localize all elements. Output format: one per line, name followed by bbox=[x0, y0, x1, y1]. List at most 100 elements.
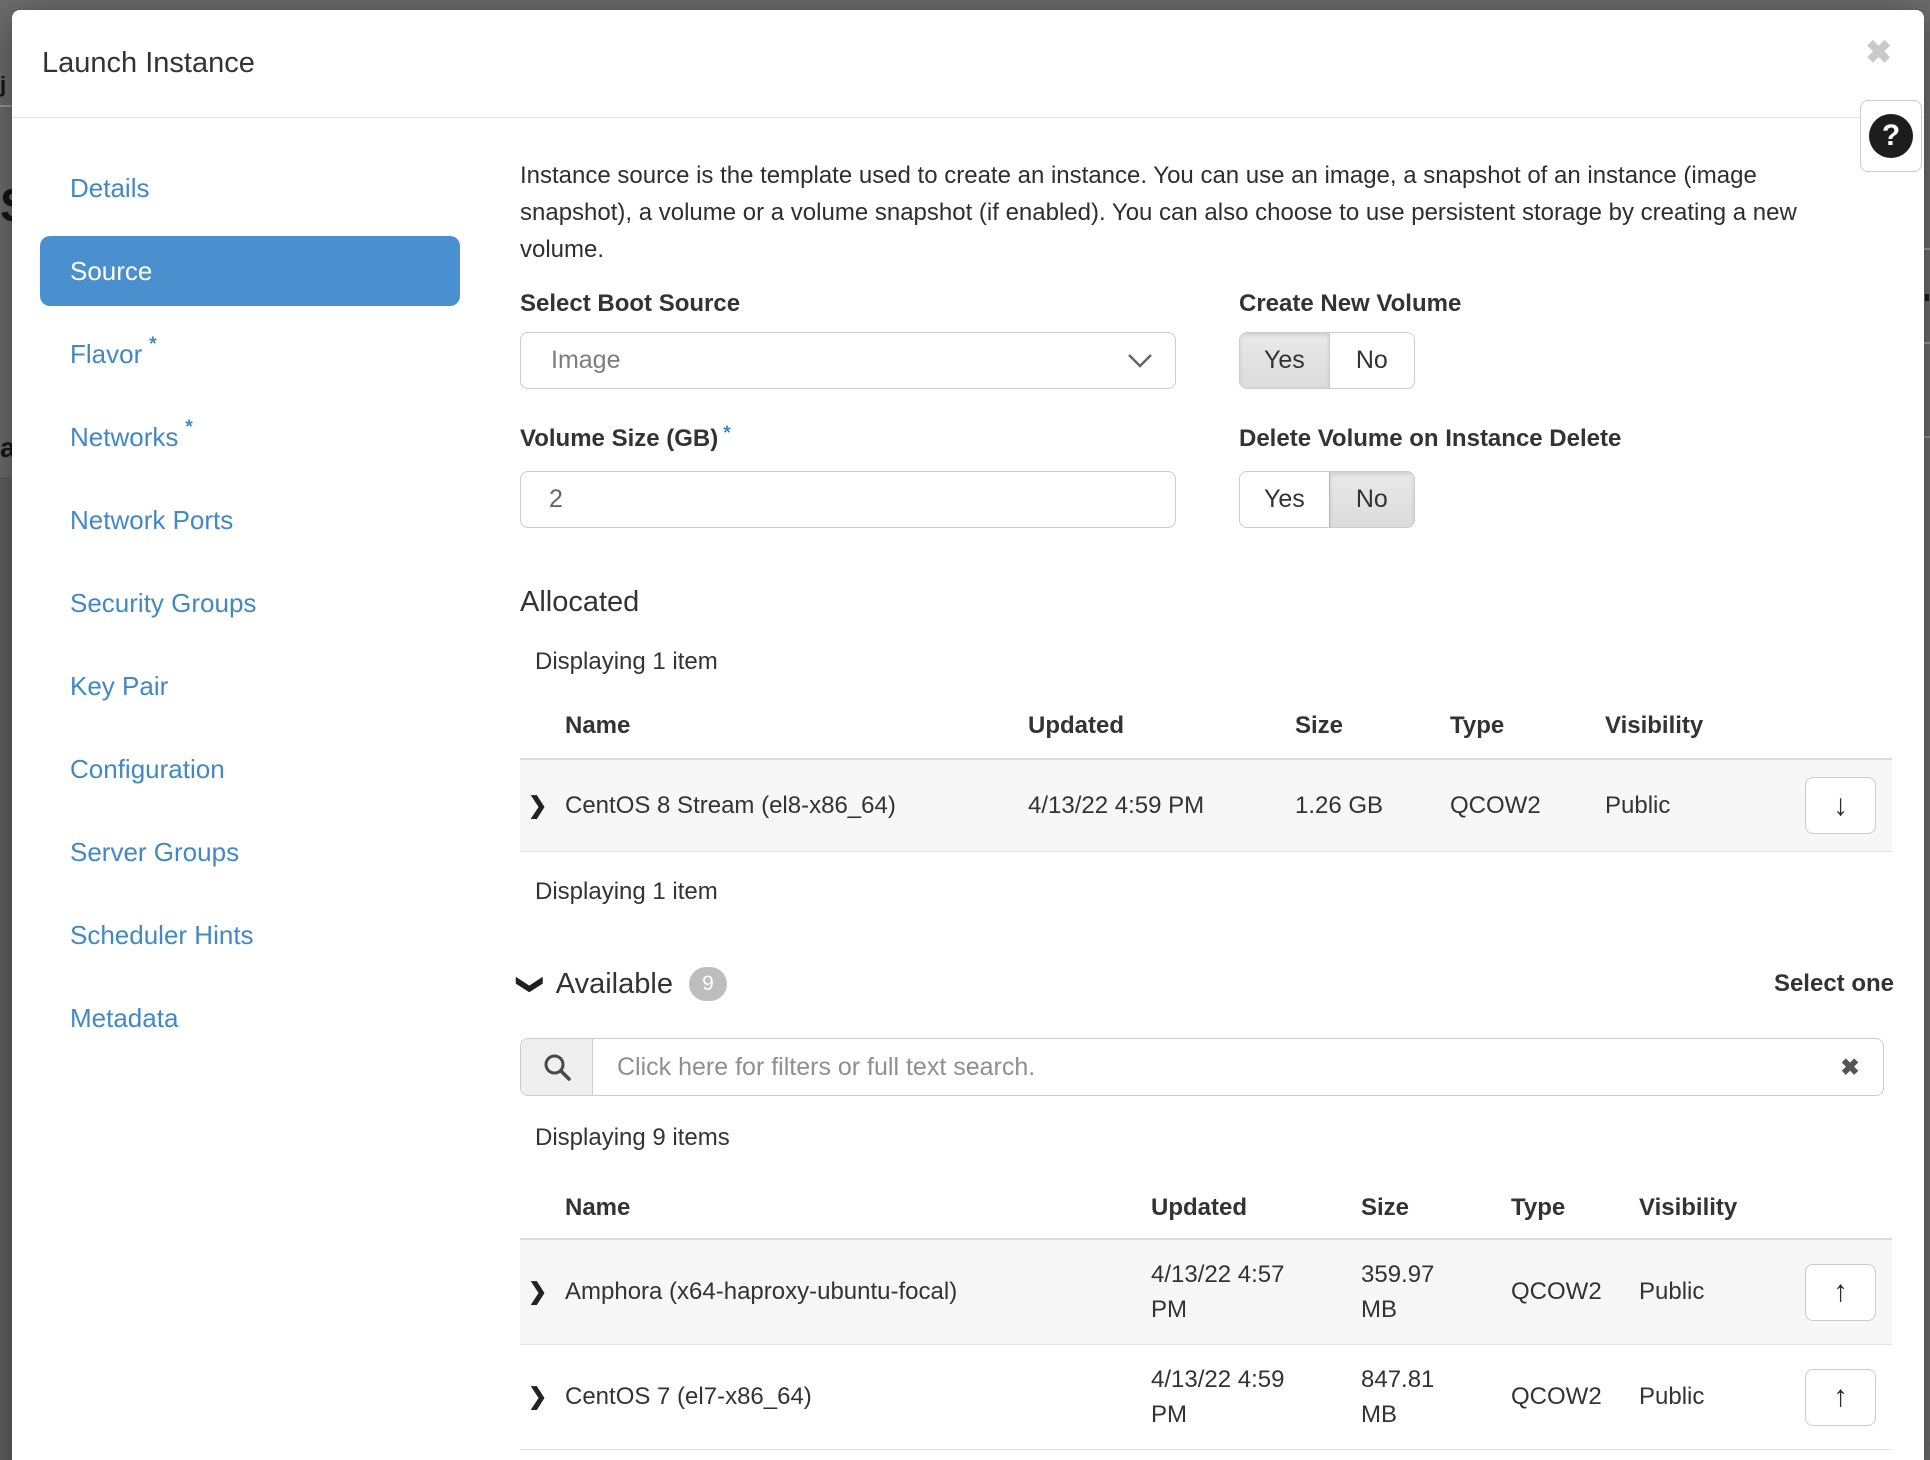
create-volume-yes-button[interactable]: Yes bbox=[1240, 333, 1329, 388]
source-step-panel: Instance source is the template used to … bbox=[520, 147, 1894, 1450]
sidebar-item-security-groups[interactable]: Security Groups bbox=[40, 562, 460, 645]
deallocate-button[interactable]: ↓ bbox=[1805, 777, 1876, 834]
sidebar-item-configuration[interactable]: Configuration bbox=[40, 728, 460, 811]
search-icon bbox=[542, 1052, 572, 1082]
sidebar-item-details[interactable]: Details bbox=[40, 147, 460, 230]
arrow-up-icon: ↑ bbox=[1833, 1275, 1848, 1309]
delete-volume-label: Delete Volume on Instance Delete bbox=[1239, 425, 1894, 455]
boot-source-selected-value: Image bbox=[551, 346, 1127, 375]
allocated-table: Name Updated Size Type Visibility ❯ Cent… bbox=[520, 712, 1892, 852]
image-visibility: Public bbox=[1639, 1278, 1799, 1306]
image-size: 1.26 GB bbox=[1295, 792, 1450, 820]
image-type: QCOW2 bbox=[1511, 1278, 1639, 1306]
column-updated: Updated bbox=[1151, 1194, 1361, 1222]
allocate-button[interactable]: ↑ bbox=[1805, 1369, 1876, 1426]
chevron-right-icon[interactable]: ❯ bbox=[528, 1278, 547, 1304]
column-size: Size bbox=[1295, 712, 1450, 740]
chevron-right-icon[interactable]: ❯ bbox=[528, 1383, 547, 1409]
backdrop-line bbox=[1924, 436, 1930, 438]
table-row: ❯ CentOS 8 Stream (el8-x86_64) 4/13/22 4… bbox=[520, 760, 1892, 852]
image-name: Amphora (x64-haproxy-ubuntu-focal) bbox=[565, 1278, 1151, 1306]
column-size: Size bbox=[1361, 1194, 1511, 1222]
source-form: Select Boot Source Create New Volume Ima… bbox=[520, 268, 1894, 528]
create-new-volume-toggle: Yes No bbox=[1239, 332, 1415, 389]
allocated-count-top: Displaying 1 item bbox=[520, 648, 1894, 678]
image-size: 847.81 MB bbox=[1361, 1362, 1456, 1432]
column-name: Name bbox=[565, 1194, 1151, 1222]
volume-size-label: Volume Size (GB) bbox=[520, 425, 718, 452]
backdrop-text-fragment: S bbox=[0, 178, 12, 232]
image-type: QCOW2 bbox=[1450, 792, 1605, 820]
column-updated: Updated bbox=[1028, 712, 1295, 740]
arrow-up-icon: ↑ bbox=[1833, 1380, 1848, 1414]
backdrop-line bbox=[1924, 248, 1930, 250]
delete-volume-yes-button[interactable]: Yes bbox=[1240, 472, 1329, 527]
backdrop-text-fragment: j bbox=[0, 72, 12, 98]
required-asterisk: * bbox=[723, 423, 730, 444]
table-row: ❯ Amphora (x64-haproxy-ubuntu-focal) 4/1… bbox=[520, 1240, 1892, 1345]
arrow-down-icon: ↓ bbox=[1833, 789, 1848, 823]
available-count: Displaying 9 items bbox=[520, 1124, 1894, 1154]
column-visibility: Visibility bbox=[1639, 1194, 1799, 1222]
image-size: 359.97 MB bbox=[1361, 1257, 1456, 1327]
column-type: Type bbox=[1450, 712, 1605, 740]
image-updated: 4/13/22 4:59 PM bbox=[1028, 792, 1295, 820]
help-button[interactable]: ? bbox=[1860, 100, 1922, 172]
backdrop-shade bbox=[0, 477, 12, 1460]
sidebar-item-network-ports[interactable]: Network Ports bbox=[40, 479, 460, 562]
allocated-count-bottom: Displaying 1 item bbox=[520, 878, 1894, 908]
image-type: QCOW2 bbox=[1511, 1383, 1639, 1411]
source-description: Instance source is the template used to … bbox=[520, 157, 1820, 268]
sidebar-item-metadata[interactable]: Metadata bbox=[40, 977, 460, 1060]
required-asterisk: * bbox=[185, 417, 192, 439]
backdrop-text-fragment: a bbox=[0, 432, 12, 464]
image-updated: 4/13/22 4:59 PM bbox=[1151, 1362, 1316, 1432]
sidebar-item-key-pair[interactable]: Key Pair bbox=[40, 645, 460, 728]
close-icon[interactable]: ✖ bbox=[1865, 36, 1892, 68]
create-new-volume-label: Create New Volume bbox=[1239, 290, 1894, 320]
boot-source-select[interactable]: Image bbox=[520, 332, 1176, 389]
column-type: Type bbox=[1511, 1194, 1639, 1222]
available-count-badge: 9 bbox=[689, 967, 727, 1001]
search-button[interactable] bbox=[521, 1039, 593, 1095]
image-visibility: Public bbox=[1605, 792, 1799, 820]
column-name: Name bbox=[565, 712, 1028, 740]
chevron-down-icon bbox=[1127, 353, 1153, 369]
available-table-header: Name Updated Size Type Visibility bbox=[520, 1194, 1892, 1240]
screen: j S a Launch Instance ✖ ? Details Source… bbox=[0, 0, 1930, 1460]
image-visibility: Public bbox=[1639, 1383, 1799, 1411]
table-row: ❯ CentOS 7 (el7-x86_64) 4/13/22 4:59 PM … bbox=[520, 1345, 1892, 1450]
modal-header: Launch Instance ✖ bbox=[12, 10, 1924, 118]
boot-source-label: Select Boot Source bbox=[520, 290, 1176, 320]
image-name: CentOS 8 Stream (el8-x86_64) bbox=[565, 792, 1028, 820]
available-heading-row: ❯ Available 9 Select one bbox=[520, 966, 1894, 1002]
volume-size-input[interactable] bbox=[520, 471, 1176, 528]
wizard-sidebar: Details Source Flavor* Networks* Network… bbox=[40, 147, 460, 1060]
search-input[interactable] bbox=[593, 1039, 1817, 1095]
required-asterisk: * bbox=[149, 334, 156, 356]
sidebar-item-server-groups[interactable]: Server Groups bbox=[40, 811, 460, 894]
sidebar-item-scheduler-hints[interactable]: Scheduler Hints bbox=[40, 894, 460, 977]
allocated-heading: Allocated bbox=[520, 584, 1894, 620]
sidebar-item-source[interactable]: Source bbox=[40, 236, 460, 306]
collapse-chevron-icon[interactable]: ❯ bbox=[515, 973, 546, 995]
clear-search-icon[interactable]: ✖ bbox=[1817, 1039, 1883, 1095]
available-table: Name Updated Size Type Visibility ❯ Amph… bbox=[520, 1194, 1892, 1450]
image-updated: 4/13/22 4:57 PM bbox=[1151, 1257, 1316, 1327]
chevron-right-icon[interactable]: ❯ bbox=[528, 792, 547, 818]
launch-instance-modal: Launch Instance ✖ ? Details Source Flavo… bbox=[12, 10, 1924, 1460]
allocated-table-header: Name Updated Size Type Visibility bbox=[520, 712, 1892, 760]
sidebar-item-networks[interactable]: Networks* bbox=[40, 396, 460, 479]
question-circle-icon: ? bbox=[1869, 114, 1913, 158]
create-volume-no-button[interactable]: No bbox=[1329, 333, 1414, 388]
image-name: CentOS 7 (el7-x86_64) bbox=[565, 1383, 1151, 1411]
column-visibility: Visibility bbox=[1605, 712, 1799, 740]
backdrop-line bbox=[0, 105, 12, 107]
delete-volume-no-button[interactable]: No bbox=[1329, 472, 1414, 527]
sidebar-item-flavor[interactable]: Flavor* bbox=[40, 313, 460, 396]
modal-title: Launch Instance bbox=[42, 47, 255, 80]
allocate-button[interactable]: ↑ bbox=[1805, 1264, 1876, 1321]
available-heading: Available bbox=[556, 968, 673, 1001]
backdrop-dot bbox=[1925, 294, 1929, 301]
filter-search-bar: ✖ bbox=[520, 1038, 1884, 1096]
